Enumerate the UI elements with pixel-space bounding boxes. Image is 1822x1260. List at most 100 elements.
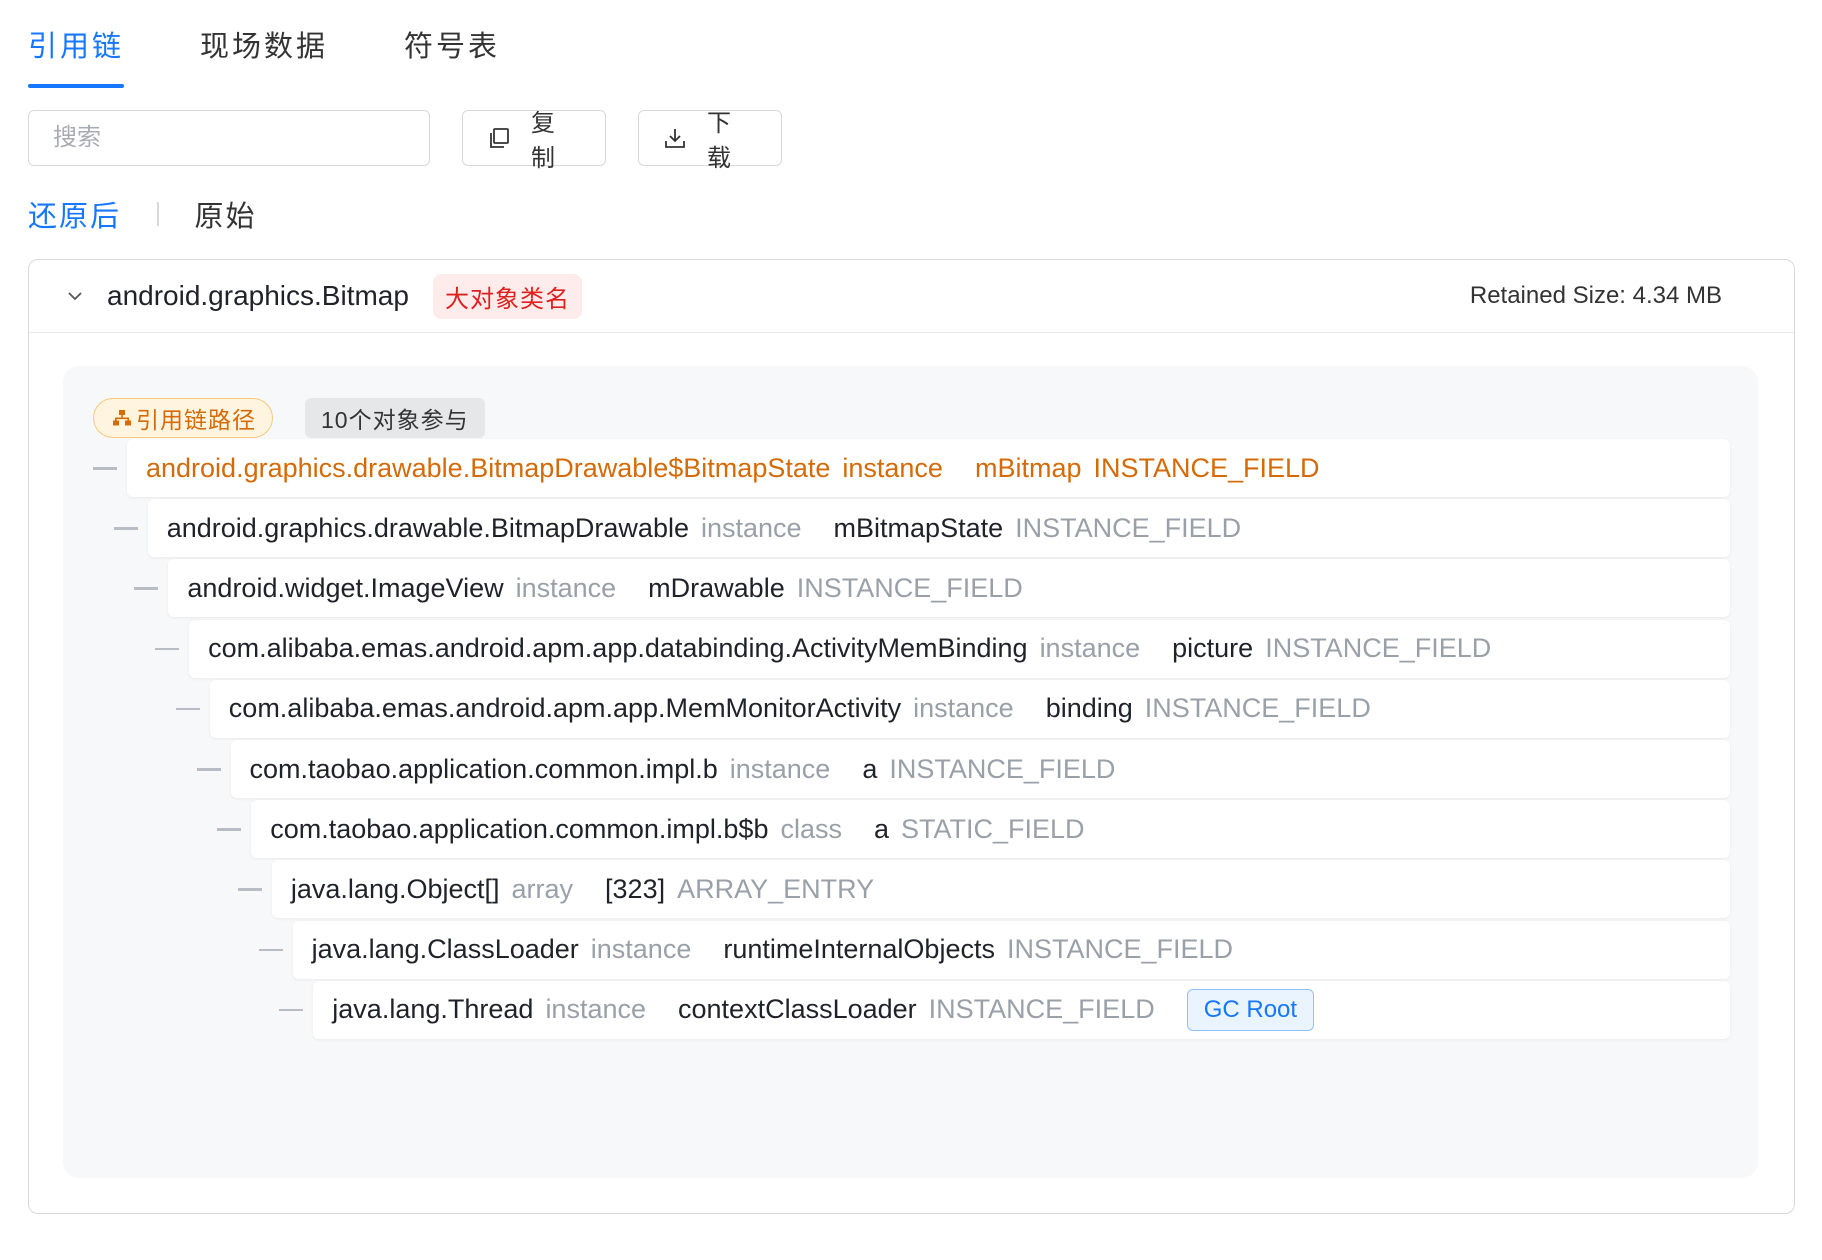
class-name: java.lang.Thread [332, 994, 534, 1025]
field-type: INSTANCE_FIELD [1265, 633, 1492, 664]
hierarchy-icon [112, 408, 132, 428]
tab-symbol-table[interactable]: 符号表 [404, 22, 500, 88]
chain-row[interactable]: com.taobao.application.common.impl.b$b cl… [63, 800, 1730, 859]
ref-kind: array [511, 873, 574, 904]
chain-row[interactable]: com.taobao.application.common.impl.b inst… [63, 740, 1730, 798]
tab-reference-chain[interactable]: 引用链 [28, 22, 125, 88]
chain-row[interactable]: android.graphics.drawable.BitmapDrawable… [63, 439, 1730, 497]
chain-header: 引用链路径 10个对象参与 [93, 398, 485, 438]
class-name: com.alibaba.emas.android.apm.app.databin… [208, 633, 1028, 664]
ref-kind: instance [842, 452, 943, 483]
chain-node[interactable]: com.alibaba.emas.android.apm.app.databin… [189, 619, 1730, 678]
toggle-restored[interactable]: 还原后 [28, 193, 121, 235]
tab-live-data[interactable]: 现场数据 [200, 22, 328, 88]
field-name: picture [1172, 633, 1254, 664]
chain-row[interactable]: com.alibaba.emas.android.apm.app.MemMoni… [63, 679, 1730, 738]
field-type: INSTANCE_FIELD [1015, 512, 1242, 543]
field-type: STATIC_FIELD [901, 813, 1085, 844]
field-name: a [862, 753, 878, 784]
copy-button[interactable]: 复制 [462, 110, 606, 172]
field-type: INSTANCE_FIELD [796, 572, 1023, 603]
retained-size: Retained Size: 4.34 MB [1469, 282, 1722, 309]
object-class-name: android.graphics.Bitmap [107, 280, 409, 311]
field-name: [323] [605, 873, 666, 904]
page: 引用链 现场数据 符号表 复制 下载 [0, 0, 1822, 1260]
field-type: INSTANCE_FIELD [1006, 934, 1234, 965]
class-name: com.alibaba.emas.android.apm.app.MemMoni… [228, 693, 902, 724]
field-name: a [873, 813, 890, 844]
field-name: mBitmapState [833, 512, 1004, 543]
tree-connector [113, 527, 138, 530]
chain-node[interactable]: android.widget.ImageView instance mDrawabl… [168, 559, 1730, 618]
toggle-divider [157, 202, 159, 226]
class-name: android.graphics.drawable.BitmapDrawable [166, 512, 689, 543]
ref-kind: instance [1039, 633, 1141, 664]
copy-icon [487, 126, 511, 150]
field-type: ARRAY_ENTRY [677, 873, 875, 904]
class-name: com.taobao.application.common.impl.b [249, 753, 718, 784]
chevron-down-icon[interactable] [65, 286, 85, 306]
class-name: java.lang.Object[] [290, 873, 500, 904]
chain-node[interactable]: com.taobao.application.common.impl.b$b cl… [251, 800, 1730, 859]
tree-connector [134, 587, 159, 590]
chain-node[interactable]: com.alibaba.emas.android.apm.app.MemMoni… [209, 679, 1730, 738]
field-type: INSTANCE_FIELD [889, 753, 1116, 784]
ref-kind: instance [590, 934, 692, 965]
tree-connector [155, 647, 180, 651]
copy-label: 复制 [531, 110, 557, 172]
chain-row[interactable]: android.graphics.drawable.BitmapDrawable… [63, 499, 1730, 558]
chain-path-label: 引用链路径 [136, 407, 256, 433]
chain-row[interactable]: android.widget.ImageView instance mDrawabl… [63, 559, 1730, 618]
ref-kind: instance [913, 693, 1014, 724]
class-name: android.graphics.drawable.BitmapDrawable… [146, 452, 831, 483]
tree-connector [175, 707, 200, 711]
tree-connector [217, 828, 242, 831]
field-name: contextClassLoader [678, 994, 917, 1025]
field-type: INSTANCE_FIELD [1144, 693, 1371, 724]
chain-node[interactable]: java.lang.Thread instance contextClassLoad… [313, 980, 1730, 1039]
toolbar: 复制 下载 [28, 110, 782, 172]
ref-kind: instance [515, 572, 617, 603]
chain-path-badge: 引用链路径 [93, 398, 273, 438]
tab-bar: 引用链 现场数据 符号表 [28, 22, 576, 88]
ref-kind: instance [729, 753, 831, 784]
chain-node[interactable]: java.lang.ClassLoader instance runtimeInte… [292, 920, 1730, 979]
field-name: mDrawable [648, 572, 785, 603]
chain-node[interactable]: android.graphics.drawable.BitmapDrawable… [127, 439, 1730, 497]
ref-kind: instance [700, 512, 802, 543]
gc-root-badge: GC Root [1186, 988, 1315, 1031]
chain-row[interactable]: com.alibaba.emas.android.apm.app.databin… [63, 619, 1730, 678]
ref-kind: class [780, 813, 842, 844]
chain-node[interactable]: java.lang.Object[] array [323] ARRAY_ENTRY [271, 860, 1730, 919]
chain-row[interactable]: java.lang.ClassLoader instance runtimeInte… [63, 920, 1730, 979]
tree-connector [279, 1008, 304, 1012]
field-name: runtimeInternalObjects [723, 934, 995, 965]
field-name: binding [1045, 693, 1133, 724]
tree-connector [196, 768, 221, 771]
field-name: mBitmap [974, 452, 1082, 483]
class-name: java.lang.ClassLoader [311, 934, 579, 965]
chain-node[interactable]: android.graphics.drawable.BitmapDrawable… [147, 499, 1730, 558]
chain-node[interactable]: com.taobao.application.common.impl.b inst… [230, 740, 1730, 798]
view-toggle: 还原后 原始 [28, 194, 257, 234]
tree-connector [237, 888, 262, 891]
toggle-original[interactable]: 原始 [195, 193, 257, 235]
large-object-tag: 大对象类名 [432, 273, 582, 319]
class-name: com.taobao.application.common.impl.b$b [270, 813, 769, 844]
download-icon [663, 126, 687, 150]
search-input[interactable] [28, 110, 430, 166]
field-type: INSTANCE_FIELD [1093, 452, 1320, 483]
download-label: 下载 [707, 110, 733, 172]
ref-kind: instance [545, 994, 647, 1025]
download-button[interactable]: 下载 [638, 110, 782, 172]
participants-badge: 10个对象参与 [305, 398, 485, 438]
chain-row[interactable]: java.lang.Object[] array [323] ARRAY_ENTRY [63, 860, 1730, 919]
chain-row[interactable]: java.lang.Thread instance contextClassLoad… [63, 980, 1730, 1039]
card-header[interactable]: android.graphics.Bitmap 大对象类名 Retained S… [29, 260, 1794, 333]
class-name: android.widget.ImageView [187, 572, 504, 603]
reference-chain-panel: 引用链路径 10个对象参与 android.graphics.drawable.… [63, 366, 1758, 1178]
tree-connector [93, 467, 117, 470]
tree-connector [258, 948, 283, 952]
field-type: INSTANCE_FIELD [928, 994, 1155, 1025]
leak-object-card: android.graphics.Bitmap 大对象类名 Retained S… [28, 259, 1795, 1214]
